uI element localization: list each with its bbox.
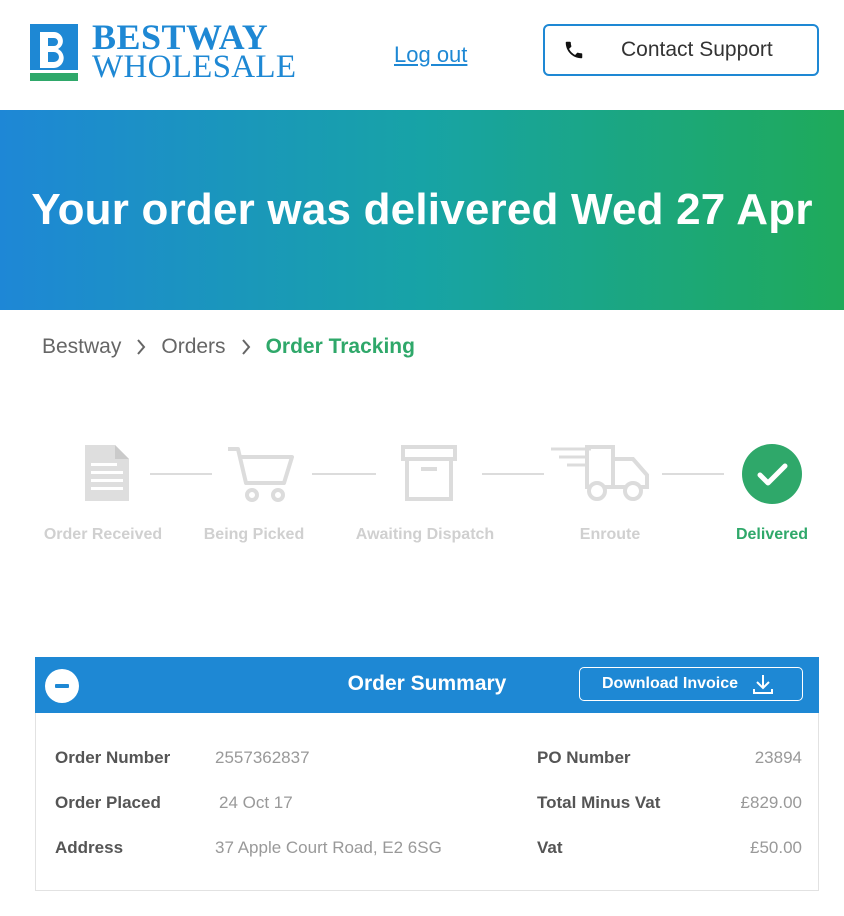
step-label-delivered: Delivered — [735, 526, 809, 543]
order-summary-panel: Order Summary Download Invoice Order Num… — [35, 657, 819, 891]
download-invoice-button[interactable]: Download Invoice — [579, 667, 803, 701]
logo-text: BESTWAY WHOLESALE — [92, 17, 297, 85]
order-number-value: 2557362837 — [215, 748, 310, 767]
breadcrumb-orders[interactable]: Orders — [161, 335, 225, 359]
chevron-right-icon — [135, 337, 147, 357]
logout-link[interactable]: Log out — [394, 42, 467, 68]
address-value: 37 Apple Court Road, E2 6SG — [215, 838, 442, 857]
breadcrumb: Bestway Orders Order Tracking — [42, 335, 415, 359]
logo-mark-icon — [30, 24, 78, 81]
step-connector — [150, 473, 212, 475]
status-banner: Your order was delivered Wed 27 Apr — [0, 110, 844, 310]
total-minus-vat-value: £829.00 — [740, 793, 802, 812]
breadcrumb-order-tracking: Order Tracking — [265, 335, 415, 358]
logo-line1: BESTWAY — [92, 17, 269, 57]
box-icon — [398, 442, 460, 504]
vat-value: £50.00 — [750, 838, 802, 857]
chevron-right-icon — [240, 337, 252, 357]
order-number-label: Order Number — [55, 748, 171, 767]
address-label: Address — [55, 838, 124, 857]
download-invoice-label: Download Invoice — [602, 675, 739, 692]
step-connector — [662, 473, 724, 475]
step-label-awaiting-dispatch: Awaiting Dispatch — [355, 526, 495, 543]
step-label-enroute: Enroute — [579, 526, 641, 543]
order-placed-label: Order Placed — [55, 793, 161, 812]
step-label-being-picked: Being Picked — [203, 526, 305, 543]
order-placed-value: 24 Oct 17 — [219, 793, 293, 812]
download-icon — [752, 673, 774, 695]
total-minus-vat-label: Total Minus Vat — [537, 793, 661, 812]
step-connector — [482, 473, 544, 475]
order-tracking-steps: Order Received Being Picked Awaiting Dis… — [0, 430, 844, 560]
header: BESTWAY WHOLESALE Log out Contact Suppor… — [0, 0, 844, 110]
document-icon — [82, 442, 132, 504]
cart-icon — [225, 442, 295, 504]
step-connector — [312, 473, 376, 475]
breadcrumb-bestway[interactable]: Bestway — [42, 335, 121, 359]
delivery-status-title: Your order was delivered Wed 27 Apr — [31, 185, 813, 234]
check-circle-icon — [742, 444, 802, 504]
po-number-value: 23894 — [754, 748, 802, 767]
truck-icon — [548, 442, 654, 504]
vat-label: Vat — [537, 838, 563, 857]
po-number-label: PO Number — [537, 748, 631, 767]
phone-icon — [563, 37, 589, 63]
step-label-order-received: Order Received — [43, 526, 163, 543]
contact-support-button[interactable]: Contact Support — [543, 24, 819, 76]
contact-support-label: Contact Support — [621, 38, 773, 61]
logo-line2: WHOLESALE — [92, 49, 297, 85]
order-summary-header: Order Summary Download Invoice — [35, 657, 819, 713]
